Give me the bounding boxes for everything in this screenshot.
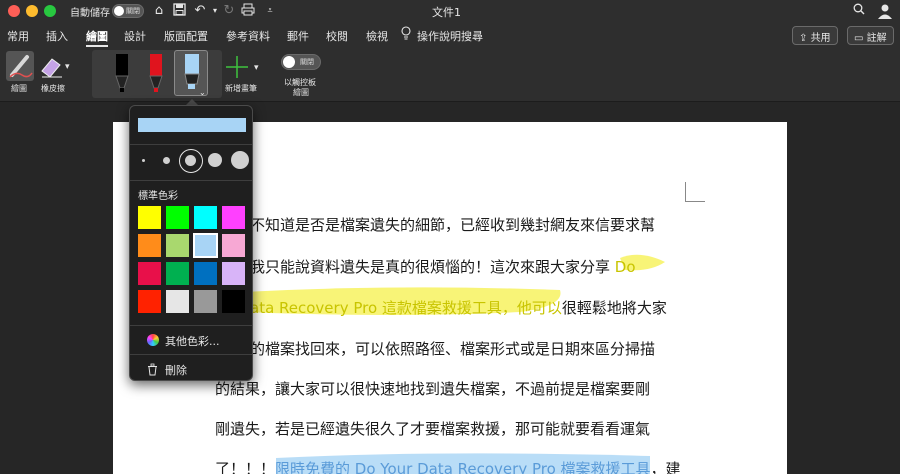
color-swatch-8[interactable] — [221, 233, 246, 258]
doc-line-2: 我只能說資料遺失是真的很煩惱的！這次來跟大家分享 Do — [250, 258, 636, 276]
standard-colors-label: 標準色彩 — [138, 191, 178, 202]
color-swatch-10[interactable] — [165, 261, 190, 286]
doc-line-1: 不知道是否是檔案遺失的細節，已經收到幾封網友來信要求幫 — [250, 216, 656, 234]
color-wheel-icon — [147, 334, 159, 346]
divider — [130, 354, 252, 355]
pen-options-popup: 標準色彩 其他色彩... 刪除 — [129, 105, 253, 381]
color-swatch-9[interactable] — [137, 261, 162, 286]
divider — [130, 325, 252, 326]
color-swatch-11[interactable] — [193, 261, 218, 286]
size-option-2[interactable] — [163, 157, 170, 164]
color-swatch-6[interactable] — [165, 233, 190, 258]
doc-line-5: 的結果，讓大家可以很快速地找到遺失檔案，不過前提是檔案要剛 — [215, 380, 651, 398]
color-swatch-15[interactable] — [193, 289, 218, 314]
color-swatch-7[interactable] — [193, 233, 218, 258]
color-swatch-4[interactable] — [221, 205, 246, 230]
doc-line-7: 了！！！限時免費的 Do Your Data Recovery Pro 檔案救援… — [215, 460, 681, 474]
divider — [130, 180, 252, 181]
size-option-1[interactable] — [142, 159, 145, 162]
size-option-4[interactable] — [208, 153, 222, 167]
doc-line-4: 的檔案找回來，可以依照路徑、檔案形式或是日期來區分掃描 — [250, 340, 656, 358]
trash-icon — [147, 361, 158, 380]
color-swatch-12[interactable] — [221, 261, 246, 286]
delete-pen-item[interactable]: 刪除 — [165, 362, 187, 378]
size-option-5[interactable] — [231, 151, 249, 169]
size-dot — [185, 155, 196, 166]
divider — [130, 144, 252, 145]
color-swatch-grid — [137, 205, 247, 314]
stroke-preview — [138, 118, 246, 132]
color-swatch-3[interactable] — [193, 205, 218, 230]
color-swatch-5[interactable] — [137, 233, 162, 258]
color-swatch-2[interactable] — [165, 205, 190, 230]
color-swatch-16[interactable] — [221, 289, 246, 314]
doc-line-6: 剛遺失，若是已經遺失很久了才要檔案救援，那可能就要看看運氣 — [215, 420, 651, 438]
more-colors-item[interactable]: 其他色彩... — [165, 333, 220, 349]
color-swatch-1[interactable] — [137, 205, 162, 230]
size-option-3-selected[interactable] — [179, 149, 203, 173]
doc-line-3: ata Recovery Pro 這款檔案救援工具，他可以很輕鬆地將大家 — [250, 299, 667, 317]
color-swatch-14[interactable] — [165, 289, 190, 314]
color-swatch-13[interactable] — [137, 289, 162, 314]
